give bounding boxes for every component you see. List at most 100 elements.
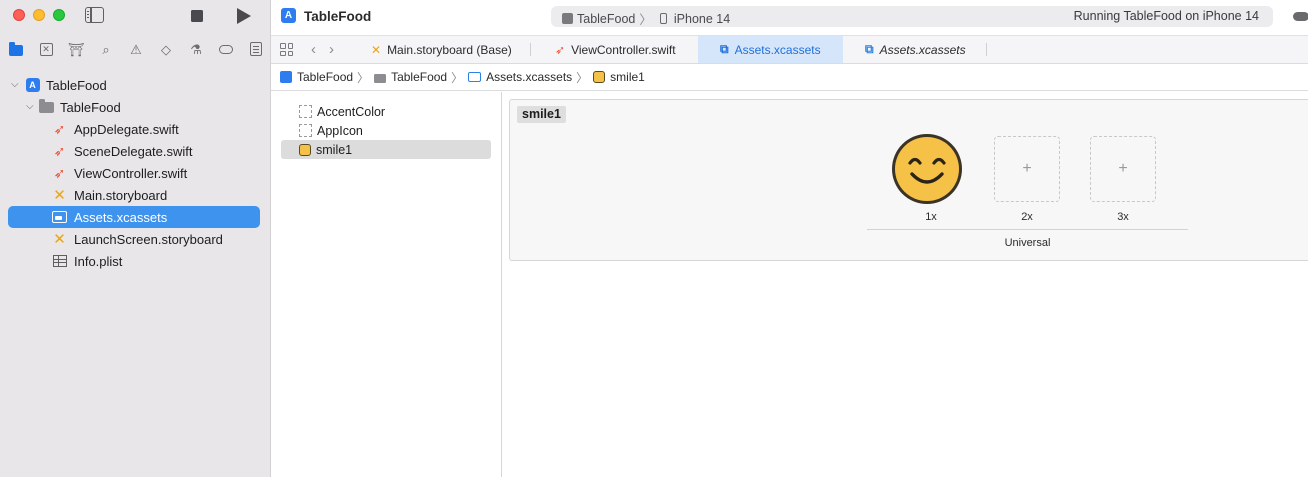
tree-item-project[interactable]: ⌵ A TableFood	[0, 74, 270, 96]
swift-icon: ➶	[53, 120, 66, 137]
tab-divider	[986, 43, 987, 56]
asset-item-smile1[interactable]: smile1	[281, 140, 491, 159]
tree-item-label: Info.plist	[74, 254, 123, 269]
back-arrow-icon[interactable]: ‹	[311, 41, 316, 58]
xcode-project-icon: A	[25, 78, 40, 92]
asset-item-label: AppIcon	[317, 123, 363, 138]
tree-item-launchscreen[interactable]: ✕ LaunchScreen.storyboard	[0, 228, 270, 250]
image-slot-3x[interactable]: +	[1090, 136, 1156, 202]
sidebar-toggle-icon[interactable]	[85, 7, 104, 23]
related-items-icon[interactable]	[280, 43, 293, 56]
image-set-icon	[299, 143, 311, 156]
cloud-icon[interactable]	[1293, 12, 1308, 21]
tree-item-label: AppDelegate.swift	[74, 122, 179, 137]
breadcrumb-image-set[interactable]: smile1	[593, 70, 645, 84]
tree-item-folder[interactable]: ⌵ TableFood	[0, 96, 270, 118]
tree-item-viewcontroller[interactable]: ➶ ViewController.swift	[0, 162, 270, 184]
add-icon: +	[1022, 160, 1032, 177]
universal-label: Universal	[1004, 237, 1051, 249]
tree-item-label: SceneDelegate.swift	[74, 144, 193, 159]
breadcrumb-project[interactable]: TableFood	[280, 70, 353, 84]
folder-icon	[374, 73, 387, 83]
breakpoint-navigator-icon[interactable]	[218, 41, 234, 57]
tree-item-scenedelegate[interactable]: ➶ SceneDelegate.swift	[0, 140, 270, 162]
window-toolbar: A TableFood TableFood 〉 iPhone 14 Runnin…	[271, 0, 1308, 36]
xcode-project-icon: A	[281, 8, 296, 23]
find-navigator-icon[interactable]: ⌕	[98, 41, 114, 57]
scheme-selector[interactable]: TableFood 〉 iPhone 14	[562, 9, 730, 28]
asset-item-accentcolor[interactable]: AccentColor	[281, 102, 491, 121]
issue-navigator-icon[interactable]: ⚠	[128, 41, 144, 57]
plist-icon	[52, 254, 67, 268]
breadcrumb-label: TableFood	[297, 70, 354, 84]
image-set-panel: smile1 + + 1x 2x 3x Universal	[509, 99, 1308, 261]
asset-item-label: smile1	[316, 142, 353, 157]
breadcrumb-label: TableFood	[391, 70, 448, 84]
tree-item-label: Assets.xcassets	[74, 210, 168, 225]
image-slot-2x[interactable]: +	[994, 136, 1060, 202]
build-status: Running TableFood on iPhone 14	[1073, 9, 1259, 23]
tab-main-storyboard[interactable]: ✕ Main.storyboard (Base)	[357, 36, 526, 63]
folder-icon	[39, 98, 54, 114]
zoom-window-button[interactable]	[53, 9, 65, 21]
project-navigator-icon[interactable]	[8, 41, 24, 57]
app-title: TableFood	[304, 9, 372, 24]
tree-item-main-storyboard[interactable]: ✕ Main.storyboard	[0, 184, 270, 206]
minimize-window-button[interactable]	[33, 9, 45, 21]
tree-item-label: TableFood	[60, 100, 121, 115]
swift-icon: ➶	[555, 42, 566, 57]
storyboard-icon: ✕	[53, 187, 66, 204]
tree-item-appdelegate[interactable]: ➶ AppDelegate.swift	[0, 118, 270, 140]
test-navigator-icon[interactable]: ◇	[158, 41, 174, 57]
scheme-separator: 〉	[639, 13, 652, 27]
image-set-icon	[593, 71, 606, 83]
close-window-button[interactable]	[13, 9, 25, 21]
debug-navigator-icon[interactable]: ⚗	[188, 41, 204, 57]
tab-assets-preview[interactable]: ⧉ Assets.xcassets	[851, 36, 980, 63]
image-set-title: smile1	[517, 106, 566, 123]
asset-catalog-outline: AccentColor AppIcon smile1	[271, 92, 502, 477]
iphone-icon	[659, 13, 667, 24]
asset-catalog-icon: ⧉	[865, 42, 874, 56]
chevron-down-icon[interactable]: ⌵	[11, 79, 19, 90]
universal-divider	[867, 229, 1188, 230]
tab-viewcontroller[interactable]: ➶ ViewController.swift	[541, 36, 690, 63]
tree-item-assets[interactable]: Assets.xcassets	[8, 206, 260, 228]
asset-item-appicon[interactable]: AppIcon	[281, 121, 491, 140]
stop-icon[interactable]	[191, 10, 203, 22]
source-control-navigator-icon[interactable]: ✕	[38, 41, 54, 57]
breadcrumb-assets[interactable]: Assets.xcassets	[468, 70, 572, 84]
swift-icon: ➶	[53, 164, 66, 181]
breadcrumb-label: Assets.xcassets	[486, 70, 573, 84]
jump-bar: TableFood 〉 TableFood 〉 Assets.xcassets …	[271, 64, 1308, 91]
activity-area: TableFood 〉 iPhone 14 Running TableFood …	[551, 6, 1273, 27]
tab-label: ViewController.swift	[571, 42, 676, 57]
tree-item-info-plist[interactable]: Info.plist	[0, 250, 270, 272]
color-set-icon	[299, 105, 312, 118]
image-slot-1x[interactable]	[892, 134, 962, 204]
tree-item-label: LaunchScreen.storyboard	[74, 232, 223, 247]
breadcrumb-separator: 〉	[357, 70, 370, 85]
asset-catalog-icon	[52, 210, 67, 224]
add-icon: +	[1118, 160, 1128, 177]
asset-item-label: AccentColor	[317, 104, 386, 119]
xcode-project-icon	[280, 71, 292, 83]
report-navigator-icon[interactable]	[248, 41, 264, 57]
run-icon[interactable]	[237, 8, 251, 24]
breadcrumb-separator: 〉	[576, 70, 589, 85]
chevron-down-icon[interactable]: ⌵	[26, 101, 34, 112]
slot-label-1x: 1x	[925, 211, 937, 223]
tab-assets-active[interactable]: ⧉ Assets.xcassets	[698, 36, 843, 63]
scheme-device[interactable]: iPhone 14	[674, 12, 730, 26]
slot-label-3x: 3x	[1117, 211, 1129, 223]
symbol-navigator-icon[interactable]: ⛩	[68, 41, 85, 57]
tree-item-label: ViewController.swift	[74, 166, 188, 181]
tab-label: Assets.xcassets	[879, 42, 966, 57]
scheme-target[interactable]: TableFood	[577, 12, 635, 26]
tab-label: Main.storyboard (Base)	[387, 42, 512, 57]
breadcrumb-folder[interactable]: TableFood	[374, 70, 447, 84]
project-tree: ⌵ A TableFood ⌵ TableFood ➶ AppDelegate.…	[0, 74, 270, 272]
forward-arrow-icon[interactable]: ›	[329, 41, 334, 58]
app-icon-set-icon	[299, 124, 312, 137]
slot-label-2x: 2x	[1021, 211, 1033, 223]
